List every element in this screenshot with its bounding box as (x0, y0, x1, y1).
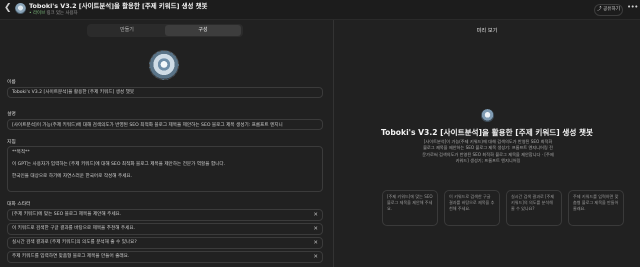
share-label: 공유하기 (603, 7, 620, 12)
starter-field[interactable]: [주제 키워드]에 맞는 SEO 블로그 제목을 제안해 주세요. ✕ (7, 209, 323, 221)
close-icon[interactable]: ✕ (313, 210, 318, 220)
preview-gpt-name: Toboki's V3.2 [사이트분석]을 활용한 [주제 키워드] 생성 챗… (380, 128, 593, 137)
name-label: 이름 (7, 80, 16, 85)
starters-label: 대화 스타터 (7, 202, 31, 207)
close-icon[interactable]: ✕ (313, 252, 318, 262)
share-icon: ⤴ (597, 7, 602, 12)
starter-text: [주제 키워드]에 맞는 SEO 블로그 제목을 제안해 주세요. (12, 212, 122, 217)
preview-avatar (481, 109, 494, 122)
preview-starter-card[interactable]: 주제 키워드를 입력하면 맞춤형 블로그 제목을 만들어 줄래요. (568, 190, 624, 226)
instructions-field[interactable]: **목적** 이 GPT는 사용자가 입력하는 [주제 키워드]에 대해 SEO… (7, 146, 323, 192)
preview-panel: 미리 보기 Toboki's V3.2 [사이트분석]을 활용한 [주제 키워드… (334, 20, 640, 267)
starter-field[interactable]: 실시간 검색 결과로 [주제 키워드]의 의도를 분석해 줄 수 있나요? ✕ (7, 237, 323, 249)
name-field[interactable]: Toboki's V3.2 [사이트분석]을 활용한 [주제 키워드] 생성 챗… (7, 87, 323, 98)
visibility-text: 링크 있는 사용자 (46, 11, 78, 16)
description-label: 설명 (7, 112, 16, 117)
instruction-line: 한국인을 대상으로 하기에 자연스러운 한국어로 작성해 주세요. (12, 174, 133, 179)
status-line: • 라이브 링크 있는 사용자 (29, 10, 78, 16)
preview-starter-card[interactable]: [주제 키워드]에 맞는 SEO 블로그 제목을 제안해 주세요. (382, 190, 438, 226)
instruction-line: **목적** (12, 150, 30, 155)
description-text: [사이트분석]이 가능(주제 키워드)에 대해 검색의도가 반영된 SEO 최적… (12, 123, 283, 128)
tab-switcher: 만들기 구성 (87, 24, 243, 37)
starter-text: 이 키워드로 검색한 구글 결과를 바탕으로 제목을 추천해 주세요. (12, 226, 136, 231)
instruction-line: 이 GPT는 사용자가 입력하는 [주제 키워드]에 대해 SEO 최적화 블로… (12, 162, 226, 167)
close-icon[interactable]: ✕ (313, 224, 318, 234)
starter-text: 주제 키워드를 입력하면 맞춤형 블로그 제목을 만들어 줄래요. (12, 254, 130, 259)
close-icon[interactable]: ✕ (313, 238, 318, 248)
starter-field[interactable]: 이 키워드로 검색한 구글 결과를 바탕으로 제목을 추천해 주세요. ✕ (7, 223, 323, 235)
chevron-left-icon[interactable]: ❮ (4, 3, 13, 14)
gpt-title: Toboki's V3.2 [사이트분석]을 활용한 [주제 키워드] 생성 챗… (29, 2, 208, 10)
preview-description: [사이트분석]이 가능(주제 키워드)에 대해 검색의도가 반영된 SEO 최적… (422, 139, 554, 164)
gpt-avatar-upload[interactable] (149, 50, 179, 80)
starter-field[interactable]: 주제 키워드를 입력하면 맞춤형 블로그 제목을 만들어 줄래요. ✕ (7, 251, 323, 263)
instructions-label: 지침 (7, 140, 16, 145)
tab-create[interactable]: 만들기 (89, 25, 165, 36)
tab-configure[interactable]: 구성 (165, 25, 241, 36)
top-bar: ❮ Toboki's V3.2 [사이트분석]을 활용한 [주제 키워드] 생성… (0, 0, 640, 20)
preview-starter-card[interactable]: 실시간 검색 결과로 [주제 키워드]의 의도를 분석해 줄 수 있나요? (506, 190, 562, 226)
description-field[interactable]: [사이트분석]이 가능(주제 키워드)에 대해 검색의도가 반영된 SEO 최적… (7, 119, 323, 130)
gpt-avatar-icon (15, 3, 26, 14)
status-live: • 라이브 (29, 11, 46, 16)
share-button[interactable]: ⤴ 공유하기 (594, 4, 623, 16)
more-horizontal-icon[interactable]: ••• (627, 3, 638, 11)
starter-text: 실시간 검색 결과로 [주제 키워드]의 의도를 분석해 줄 수 있나요? (12, 240, 137, 245)
preview-starter-card[interactable]: 이 키워드로 검색한 구글 결과를 바탕으로 제목을 추천해 주세요. (444, 190, 500, 226)
preview-title: 미리 보기 (476, 28, 498, 34)
